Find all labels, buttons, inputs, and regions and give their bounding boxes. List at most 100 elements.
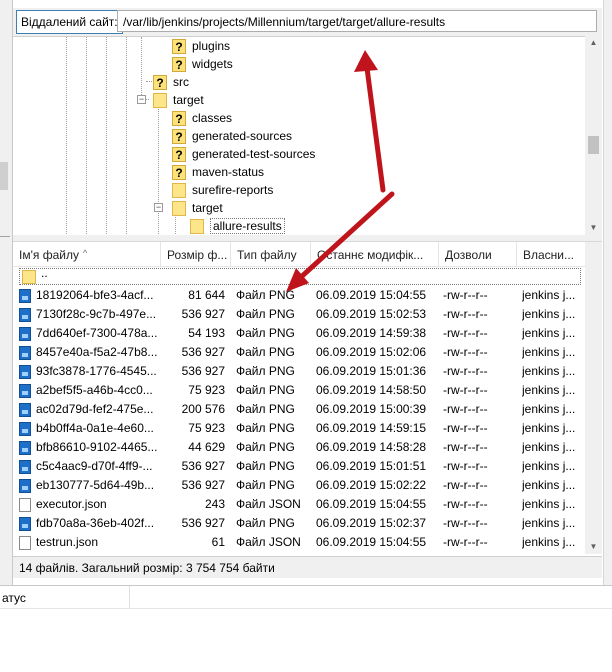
file-date-cell: 06.09.2019 14:58:28 xyxy=(316,440,427,454)
file-row[interactable]: bfb86610-9102-4465... 44 629 Файл PNG 06.09… xyxy=(13,438,585,457)
scroll-down-icon[interactable]: ▼ xyxy=(585,221,602,235)
tree-node-label: surefire-reports xyxy=(192,183,274,197)
local-panel-selection xyxy=(0,162,8,190)
file-row[interactable]: eb130777-5d64-49b... 536 927 Файл PNG 06.09… xyxy=(13,476,585,495)
file-date-cell: 06.09.2019 15:01:36 xyxy=(316,364,427,378)
file-row[interactable]: 7dd640ef-7300-478a... 54 193 Файл PNG 06.09… xyxy=(13,324,585,343)
scroll-down-icon[interactable]: ▼ xyxy=(585,540,602,554)
file-size-cell: 536 927 xyxy=(181,307,225,321)
remote-directory-tree[interactable]: − − ? plugins? widgets? src target? classes? g… xyxy=(13,36,585,236)
file-row[interactable]: 7130f28c-9c7b-497e... 536 927 Файл PNG 06.0… xyxy=(13,305,585,324)
tree-guide-line xyxy=(158,109,159,236)
file-name-label: fdb70a8a-36eb-402f... xyxy=(36,516,155,530)
file-row[interactable]: fdb70a8a-36eb-402f... 536 927 Файл PNG 06.0… xyxy=(13,514,585,533)
parent-directory-row[interactable]: .. xyxy=(19,266,581,285)
column-header-owner[interactable]: Власни... xyxy=(517,242,585,266)
column-header-size[interactable]: Розмір ф... xyxy=(161,242,231,266)
tree-scroll-thumb[interactable] xyxy=(588,136,599,154)
column-header-name-label: Ім'я файлу xyxy=(19,248,79,262)
column-header-name[interactable]: Ім'я файлу ^ xyxy=(13,242,161,266)
scroll-up-icon[interactable]: ▲ xyxy=(585,36,602,50)
column-header-type[interactable]: Тип файлу xyxy=(231,242,311,266)
file-owner-cell: jenkins j... xyxy=(522,345,576,359)
column-header-permissions[interactable]: Дозволи xyxy=(439,242,517,266)
tree-node[interactable]: ? generated-sources xyxy=(172,127,292,145)
file-owner-cell: jenkins j... xyxy=(522,516,576,530)
tree-node[interactable]: target xyxy=(153,91,204,109)
file-perm-cell: -rw-r--r-- xyxy=(443,459,488,473)
tree-guide-line xyxy=(86,37,87,236)
file-size-cell: 81 644 xyxy=(188,288,225,302)
file-size-cell: 536 927 xyxy=(181,516,225,530)
column-header-modified[interactable]: Останнє модифік... xyxy=(311,242,439,266)
file-name-label: 8457e40a-f5a2-47b8... xyxy=(36,345,157,359)
tree-node[interactable]: ? classes xyxy=(172,109,232,127)
file-perm-cell: -rw-r--r-- xyxy=(443,421,488,435)
file-type-cell: Файл PNG xyxy=(236,307,295,321)
file-perm-cell: -rw-r--r-- xyxy=(443,535,488,549)
file-type-cell: Файл PNG xyxy=(236,478,295,492)
file-date-cell: 06.09.2019 14:59:38 xyxy=(316,326,427,340)
queue-status-column[interactable]: атус xyxy=(0,586,130,608)
collapse-toggle[interactable]: − xyxy=(154,203,163,212)
file-row[interactable]: 18192064-bfe3-4acf... 81 644 Файл PNG 06.09… xyxy=(13,286,585,305)
tree-node[interactable]: ? src xyxy=(153,73,189,91)
tree-node-label: widgets xyxy=(192,57,233,71)
file-owner-cell: jenkins j... xyxy=(522,288,576,302)
tree-node[interactable]: target xyxy=(172,199,223,217)
tree-node[interactable]: allure-results xyxy=(190,217,285,235)
tree-node[interactable]: ? plugins xyxy=(172,37,230,55)
unknown-folder-icon: ? xyxy=(172,165,186,181)
file-row[interactable]: 8457e40a-f5a2-47b8... 536 927 Файл PNG 06.0… xyxy=(13,343,585,362)
png-file-icon xyxy=(19,516,31,531)
file-date-cell: 06.09.2019 15:02:53 xyxy=(316,307,427,321)
file-row[interactable]: a2bef5f5-a46b-4cc0... 75 923 Файл PNG 06.09… xyxy=(13,381,585,400)
file-row[interactable]: executor.json 243 Файл JSON 06.09.2019 15:0… xyxy=(13,495,585,514)
file-date-cell: 06.09.2019 15:02:06 xyxy=(316,345,427,359)
tree-guide-line xyxy=(175,217,176,236)
tree-node-label: src xyxy=(173,75,189,89)
file-list-scrollbar[interactable]: ▼ xyxy=(585,242,602,554)
file-type-cell: Файл PNG xyxy=(236,364,295,378)
folder-icon xyxy=(172,183,186,199)
remote-file-list[interactable]: Ім'я файлу ^ Розмір ф... Тип файлу Остан… xyxy=(13,242,585,554)
file-date-cell: 06.09.2019 15:04:55 xyxy=(316,497,427,511)
json-file-icon xyxy=(19,497,31,512)
file-type-cell: Файл PNG xyxy=(236,421,295,435)
file-name-cell: fdb70a8a-36eb-402f... xyxy=(19,514,157,533)
tree-node-label: plugins xyxy=(192,39,231,53)
remote-path-input[interactable]: /var/lib/jenkins/projects/Millennium/tar… xyxy=(117,10,597,32)
file-owner-cell: jenkins j... xyxy=(522,440,576,454)
file-row[interactable]: b4b0ff4a-0a1e-4e60... 75 923 Файл PNG 06.09… xyxy=(13,419,585,438)
tree-node[interactable]: ? widgets xyxy=(172,55,233,73)
tree-node-label: classes xyxy=(192,111,233,125)
panel-splitter[interactable] xyxy=(13,235,602,242)
file-name-label: ac02d79d-fef2-475e... xyxy=(36,402,154,416)
file-size-cell: 536 927 xyxy=(181,364,225,378)
png-file-icon xyxy=(19,326,31,341)
file-name-label: 93fc3878-1776-4545... xyxy=(36,364,157,378)
tree-node[interactable]: ? generated-test-sources xyxy=(172,145,315,163)
file-owner-cell: jenkins j... xyxy=(522,421,576,435)
collapse-toggle[interactable]: − xyxy=(137,95,146,104)
tree-node[interactable]: ? maven-status xyxy=(172,163,264,181)
png-file-icon xyxy=(19,307,31,322)
tree-node[interactable]: surefire-reports xyxy=(172,181,273,199)
file-name-cell: eb130777-5d64-49b... xyxy=(19,476,157,495)
file-row[interactable]: 93fc3878-1776-4545... 536 927 Файл PNG 06.0… xyxy=(13,362,585,381)
file-name-cell: 7130f28c-9c7b-497e... xyxy=(19,305,157,324)
file-perm-cell: -rw-r--r-- xyxy=(443,478,488,492)
file-type-cell: Файл PNG xyxy=(236,402,295,416)
parent-directory-label: .. xyxy=(41,266,48,280)
file-perm-cell: -rw-r--r-- xyxy=(443,440,488,454)
file-row[interactable]: c5c4aac9-d70f-4ff9-... 536 927 Файл PNG 06.… xyxy=(13,457,585,476)
file-owner-cell: jenkins j... xyxy=(522,402,576,416)
file-row[interactable]: testrun.json 61 Файл JSON 06.09.2019 15:04:… xyxy=(13,533,585,552)
folder-icon xyxy=(172,201,186,217)
file-row[interactable]: ac02d79d-fef2-475e... 200 576 Файл PNG 06.0… xyxy=(13,400,585,419)
png-file-icon xyxy=(19,288,31,303)
file-name-label: a2bef5f5-a46b-4cc0... xyxy=(36,383,153,397)
file-type-cell: Файл PNG xyxy=(236,288,295,302)
tree-scrollbar[interactable]: ▲ ▼ xyxy=(585,36,602,235)
tree-node-label: allure-results xyxy=(210,218,285,234)
